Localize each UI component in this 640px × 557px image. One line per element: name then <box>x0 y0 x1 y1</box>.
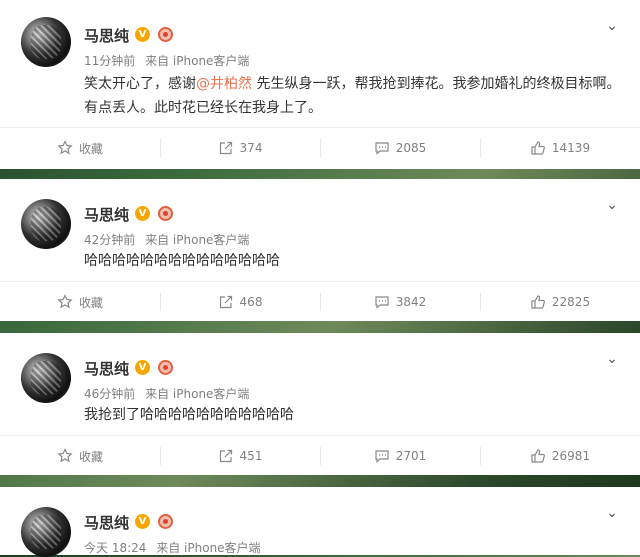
medal-badge-icon <box>158 27 173 42</box>
author-name[interactable]: 马思纯 <box>84 358 129 379</box>
repost-icon <box>219 449 232 463</box>
thumbs-up-icon <box>531 449 545 463</box>
repost-count: 374 <box>239 141 263 155</box>
star-icon <box>57 448 73 463</box>
post-text-before: 笑太开心了，感谢 <box>84 76 196 92</box>
post-meta: 11分钟前 来自 iPhone客户端 <box>84 52 249 69</box>
action-bar: 收藏 451 2701 26981 <box>0 435 640 476</box>
post-source: 来自 iPhone客户端 <box>145 54 250 68</box>
like-count: 22825 <box>551 295 591 309</box>
favorite-label: 收藏 <box>78 141 103 156</box>
author-name[interactable]: 马思纯 <box>84 25 129 46</box>
favorite-label: 收藏 <box>78 295 103 310</box>
post-text: 笑太开心了，感谢@井柏然 先生纵身一跃，帮我抢到捧花。我参加婚礼的终极目标啊。有… <box>84 72 624 120</box>
post-source: 来自 iPhone客户端 <box>145 387 250 401</box>
weibo-post-card: 马思纯 V ⌄ 42分钟前 来自 iPhone客户端 哈哈哈哈哈哈哈哈哈哈哈哈哈… <box>0 179 640 321</box>
weibo-post-card: 马思纯 V ⌄ 46分钟前 来自 iPhone客户端 我抢到了哈哈哈哈哈哈哈哈哈… <box>0 333 640 475</box>
post-meta: 46分钟前 来自 iPhone客户端 <box>84 385 249 402</box>
post-time[interactable]: 今天 18:24 <box>84 541 146 555</box>
comment-icon <box>375 450 389 463</box>
post-meta: 今天 18:24 来自 iPhone客户端 <box>84 539 261 556</box>
avatar[interactable] <box>21 353 71 403</box>
post-source: 来自 iPhone客户端 <box>156 541 261 555</box>
avatar[interactable] <box>21 17 71 67</box>
post-text: 哈哈哈哈哈哈哈哈哈哈哈哈哈哈 <box>84 253 280 269</box>
repost-count: 451 <box>239 449 263 463</box>
medal-badge-icon <box>158 360 173 375</box>
repost-icon <box>219 141 232 155</box>
repost-button[interactable]: 374 <box>160 128 320 168</box>
comment-button[interactable]: 3842 <box>320 282 480 322</box>
author-name[interactable]: 马思纯 <box>84 512 129 533</box>
chevron-down-icon[interactable]: ⌄ <box>606 505 618 521</box>
post-time[interactable]: 11分钟前 <box>84 54 135 68</box>
verified-badge-icon: V <box>135 360 150 375</box>
comment-button[interactable]: 2085 <box>320 128 480 168</box>
repost-button[interactable]: 451 <box>160 436 320 476</box>
action-bar: 收藏 374 2085 14139 <box>0 127 640 168</box>
verified-badge-icon: V <box>135 206 150 221</box>
star-icon <box>57 294 73 309</box>
favorite-button[interactable]: 收藏 <box>0 282 160 322</box>
comment-count: 3842 <box>395 295 427 309</box>
weibo-post-card: 马思纯 V ⌄ 11分钟前 来自 iPhone客户端 笑太开心了，感谢@井柏然 … <box>0 0 640 169</box>
like-count: 14139 <box>551 141 591 155</box>
mention-link[interactable]: @井柏然 <box>196 76 252 92</box>
comment-count: 2085 <box>395 141 427 155</box>
like-button[interactable]: 26981 <box>480 436 640 476</box>
comment-count: 2701 <box>395 449 427 463</box>
like-button[interactable]: 14139 <box>480 128 640 168</box>
chevron-down-icon[interactable]: ⌄ <box>606 18 618 34</box>
avatar[interactable] <box>21 507 71 557</box>
repost-count: 468 <box>239 295 263 309</box>
chevron-down-icon[interactable]: ⌄ <box>606 197 618 213</box>
post-meta: 42分钟前 来自 iPhone客户端 <box>84 231 249 248</box>
medal-badge-icon <box>158 514 173 529</box>
thumbs-up-icon <box>531 295 545 309</box>
avatar[interactable] <box>21 199 71 249</box>
verified-badge-icon: V <box>135 27 150 42</box>
like-button[interactable]: 22825 <box>480 282 640 322</box>
favorite-button[interactable]: 收藏 <box>0 128 160 168</box>
comment-icon <box>375 296 389 309</box>
thumbs-up-icon <box>531 141 545 155</box>
favorite-label: 收藏 <box>78 449 103 464</box>
author-name[interactable]: 马思纯 <box>84 204 129 225</box>
medal-badge-icon <box>158 206 173 221</box>
action-bar: 收藏 468 3842 22825 <box>0 281 640 322</box>
post-source: 来自 iPhone客户端 <box>145 233 250 247</box>
post-time[interactable]: 42分钟前 <box>84 233 135 247</box>
favorite-button[interactable]: 收藏 <box>0 436 160 476</box>
post-text: 我抢到了哈哈哈哈哈哈哈哈哈哈哈 <box>84 407 294 423</box>
comment-button[interactable]: 2701 <box>320 436 480 476</box>
like-count: 26981 <box>551 449 591 463</box>
repost-icon <box>219 295 232 309</box>
verified-badge-icon: V <box>135 514 150 529</box>
post-time[interactable]: 46分钟前 <box>84 387 135 401</box>
repost-button[interactable]: 468 <box>160 282 320 322</box>
weibo-post-card: 马思纯 V ⌄ 今天 18:24 来自 iPhone客户端 <box>0 487 640 557</box>
chevron-down-icon[interactable]: ⌄ <box>606 351 618 367</box>
star-icon <box>57 140 73 155</box>
comment-icon <box>375 142 389 155</box>
